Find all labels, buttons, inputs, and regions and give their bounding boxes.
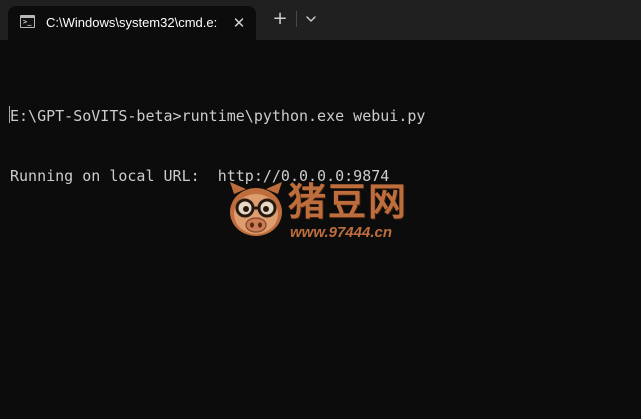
watermark: 猪豆网 www.97444.cn (226, 180, 426, 244)
cmd-icon: >_ (20, 15, 35, 28)
text-cursor (9, 106, 10, 123)
terminal-line-command: E:\GPT-SoVITS-beta>runtime\python.exe we… (10, 107, 426, 125)
cmd-icon-prompt: >_ (23, 18, 32, 26)
new-tab-button[interactable]: + (268, 7, 292, 31)
watermark-url: www.97444.cn (290, 224, 392, 241)
chevron-down-icon (306, 16, 316, 22)
tab-bar: >_ C:\Windows\system32\cmd.e: ✕ + (0, 0, 641, 40)
terminal-window: >_ C:\Windows\system32\cmd.e: ✕ + E:\GPT… (0, 0, 641, 419)
close-tab-button[interactable]: ✕ (230, 14, 248, 32)
tab-divider (296, 11, 297, 27)
tab-cmd[interactable]: >_ C:\Windows\system32\cmd.e: ✕ (8, 6, 256, 40)
tab-title: C:\Windows\system32\cmd.e: (46, 15, 218, 30)
pig-mascot-icon (230, 182, 282, 236)
dropdown-button[interactable] (300, 8, 322, 30)
watermark-title: 猪豆网 (288, 180, 409, 224)
